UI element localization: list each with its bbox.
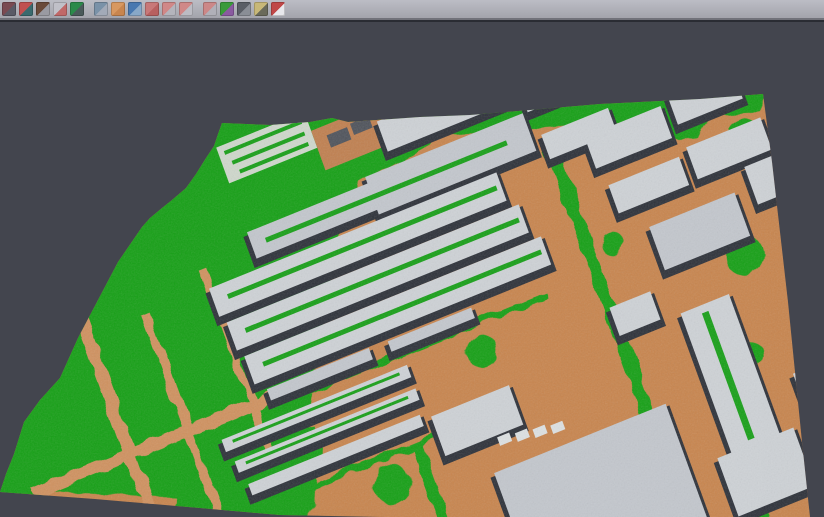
mesh-tin-icon[interactable]: [254, 2, 268, 16]
extent-select-icon[interactable]: [179, 2, 193, 16]
app-window: [0, 0, 824, 517]
dtm-hill-icon[interactable]: [70, 2, 84, 16]
globe-icon[interactable]: [128, 2, 142, 16]
classify-points-icon[interactable]: [2, 2, 16, 16]
profile-view-icon[interactable]: [94, 2, 108, 16]
orthophoto-icon[interactable]: [111, 2, 125, 16]
terrain-model: [0, 22, 824, 517]
viewport-3d[interactable]: [0, 22, 824, 517]
toolbar: [0, 0, 824, 20]
sphere-icon[interactable]: [237, 2, 251, 16]
report-icon[interactable]: [271, 2, 285, 16]
point-cloud-icon[interactable]: [19, 2, 33, 16]
class-map-icon[interactable]: [220, 2, 234, 16]
dsm-hill-icon[interactable]: [36, 2, 50, 16]
target-ring-icon[interactable]: [162, 2, 176, 16]
sparse-points-icon[interactable]: [53, 2, 67, 16]
toolbar-group: [0, 2, 85, 16]
layer-stack-icon[interactable]: [145, 2, 159, 16]
toolbar-group: [201, 2, 286, 16]
scene-svg: [0, 22, 824, 517]
toolbar-group: [92, 2, 194, 16]
grid-cells-icon[interactable]: [203, 2, 217, 16]
